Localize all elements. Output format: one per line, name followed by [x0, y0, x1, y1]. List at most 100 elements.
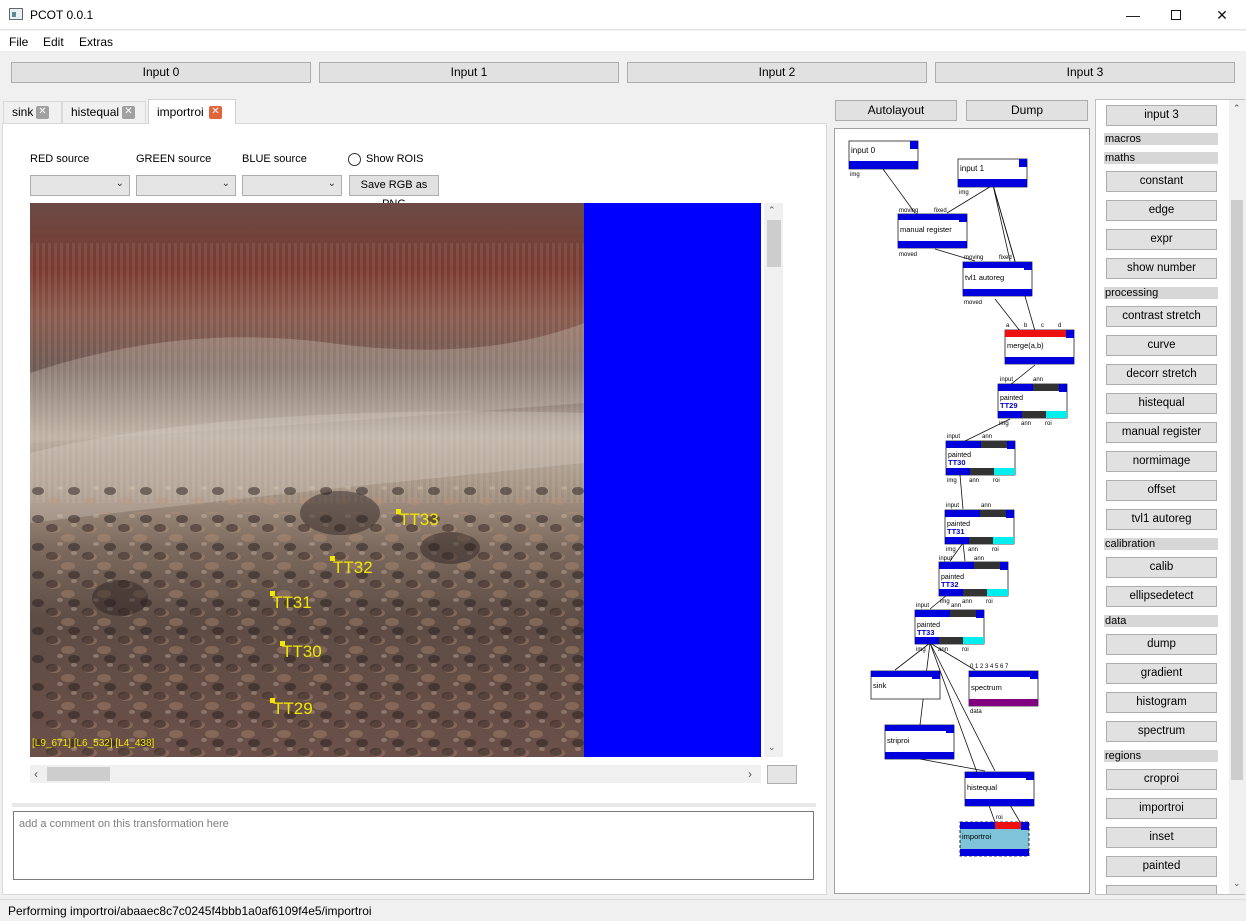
palette-item-inset[interactable]: inset [1106, 827, 1217, 848]
dump-button[interactable]: Dump [966, 100, 1088, 121]
node-palette: input 3 macros maths constant edge expr … [1095, 99, 1245, 895]
port-label: fixed [999, 255, 1012, 261]
autolayout-button[interactable]: Autolayout [835, 100, 957, 121]
port-label: moving [899, 208, 918, 214]
port-label: img [850, 172, 860, 178]
palette-item-show-number[interactable]: show number [1106, 258, 1217, 279]
menu-file[interactable]: File [9, 35, 28, 49]
node-input0[interactable]: input 0 img [848, 140, 919, 178]
scroll-up-icon[interactable]: ⌃ [768, 205, 776, 216]
port-label: ann [1021, 421, 1031, 427]
node-painted-tt32[interactable]: input ann painted TT32 img ann roi [938, 556, 1009, 605]
window-title: PCOT 0.0.1 [30, 8, 94, 22]
node-label: merge(a,b) [1007, 341, 1044, 350]
tab-sink[interactable]: sink ✕ [3, 101, 62, 123]
palette-item-expr[interactable]: expr [1106, 229, 1217, 250]
palette-item-spectrum[interactable]: spectrum [1106, 721, 1217, 742]
palette-item-gradient[interactable]: gradient [1106, 663, 1217, 684]
port-label: ann [969, 478, 979, 484]
tab-importroi[interactable]: importroi ✕ [148, 99, 236, 124]
palette-item-contrast-stretch[interactable]: contrast stretch [1106, 306, 1217, 327]
node-sink[interactable]: sink [870, 670, 941, 700]
palette-item-normimage[interactable]: normimage [1106, 451, 1217, 472]
mars-terrain-image [30, 203, 584, 757]
menu-edit[interactable]: Edit [43, 35, 64, 49]
blue-source-select[interactable]: ⌄ [242, 175, 342, 196]
input-1-button[interactable]: Input 1 [319, 62, 619, 83]
menu-extras[interactable]: Extras [79, 35, 113, 49]
image-vertical-scrollbar[interactable] [764, 203, 783, 757]
port-label: c [1041, 323, 1044, 329]
tab-histequal[interactable]: histequal ✕ [62, 101, 146, 123]
palette-item-importroi[interactable]: importroi [1106, 798, 1217, 819]
node-graph[interactable]: input 0 img input 1 img moving fixed man… [834, 128, 1090, 894]
node-painted-tt31[interactable]: input ann painted TT31 img ann roi [944, 503, 1015, 553]
palette-item-curve[interactable]: curve [1106, 335, 1217, 356]
port-label: ann [982, 434, 992, 440]
node-tag: TT31 [947, 527, 965, 536]
palette-item-constant[interactable]: constant [1106, 171, 1217, 192]
scroll-thumb[interactable] [47, 767, 110, 781]
roi-label-tt31: TT31 [272, 593, 312, 612]
palette-item-painted[interactable]: painted [1106, 856, 1217, 877]
port-label: img [916, 647, 926, 653]
scroll-up-icon[interactable]: ⌃ [1233, 103, 1241, 114]
red-source-select[interactable]: ⌄ [30, 175, 130, 196]
port-label: fixed [934, 208, 947, 214]
image-horizontal-scrollbar[interactable] [30, 765, 761, 783]
scroll-corner-button[interactable] [767, 765, 797, 784]
comment-input[interactable]: add a comment on this transformation her… [13, 811, 814, 880]
show-rois-radio[interactable] [348, 153, 361, 166]
green-source-label: GREEN source [136, 153, 212, 165]
green-source-select[interactable]: ⌄ [136, 175, 236, 196]
scroll-thumb[interactable] [1231, 200, 1243, 780]
image-canvas[interactable]: TT33 TT32 TT31 TT30 TT29 [30, 203, 584, 757]
node-histequal[interactable]: histequal [964, 771, 1035, 807]
palette-item-histogram[interactable]: histogram [1106, 692, 1217, 713]
node-manual-register[interactable]: moving fixed manual register moved [897, 208, 968, 258]
palette-item-manual-register[interactable]: manual register [1106, 422, 1217, 443]
palette-item-edge[interactable]: edge [1106, 200, 1217, 221]
input-0-button[interactable]: Input 0 [11, 62, 311, 83]
palette-item-dump[interactable]: dump [1106, 634, 1217, 655]
node-label: tvl1 autoreg [965, 273, 1004, 282]
close-window-button[interactable]: ✕ [1199, 0, 1245, 30]
save-rgb-png-button[interactable]: Save RGB as PNG [349, 175, 439, 210]
port-label: roi [962, 647, 969, 653]
minimize-button[interactable]: — [1110, 0, 1156, 30]
maximize-button[interactable] [1153, 0, 1199, 30]
scroll-thumb[interactable] [767, 220, 781, 267]
palette-item-partial[interactable] [1106, 885, 1217, 894]
port-label: roi [992, 547, 999, 553]
splitter[interactable] [12, 803, 816, 807]
palette-item-histequal[interactable]: histequal [1106, 393, 1217, 414]
node-striproi[interactable]: striproi [884, 724, 955, 760]
palette-input-3-button[interactable]: input 3 [1106, 105, 1217, 126]
palette-item-tvl1-autoreg[interactable]: tvl1 autoreg [1106, 509, 1217, 530]
tab-close-icon[interactable]: ✕ [209, 106, 222, 119]
palette-item-decorr-stretch[interactable]: decorr stretch [1106, 364, 1217, 385]
node-painted-tt33[interactable]: input ann painted TT33 img ann roi [914, 603, 985, 653]
port-label: ann [962, 599, 972, 605]
node-merge[interactable]: a b c d merge(a,b) [1004, 323, 1075, 365]
palette-item-croproi[interactable]: croproi [1106, 769, 1217, 790]
scroll-down-icon[interactable]: ⌄ [768, 742, 776, 753]
input-2-button[interactable]: Input 2 [627, 62, 927, 83]
node-tvl1-autoreg[interactable]: moving fixed tvl1 autoreg moved [962, 255, 1033, 306]
scroll-right-icon[interactable]: › [748, 767, 752, 781]
palette-item-ellipsedetect[interactable]: ellipsedetect [1106, 586, 1217, 607]
palette-item-calib[interactable]: calib [1106, 557, 1217, 578]
palette-item-offset[interactable]: offset [1106, 480, 1217, 501]
close-icon: ✕ [1216, 6, 1228, 23]
scroll-down-icon[interactable]: ⌄ [1233, 878, 1241, 889]
node-painted-tt30[interactable]: input ann painted TT30 img ann roi [945, 434, 1016, 484]
node-tag: TT33 [917, 628, 935, 637]
tab-close-icon[interactable]: ✕ [36, 106, 49, 119]
node-tag: TT30 [948, 458, 966, 467]
tab-close-icon[interactable]: ✕ [122, 106, 135, 119]
input-3-button[interactable]: Input 3 [935, 62, 1235, 83]
node-spectrum[interactable]: 0 1 2 3 4 5 6 7 spectrum data [968, 664, 1039, 715]
tab-importroi-label: importroi [157, 105, 204, 119]
scroll-left-icon[interactable]: ‹ [34, 767, 38, 781]
node-input1[interactable]: input 1 img [957, 158, 1028, 196]
